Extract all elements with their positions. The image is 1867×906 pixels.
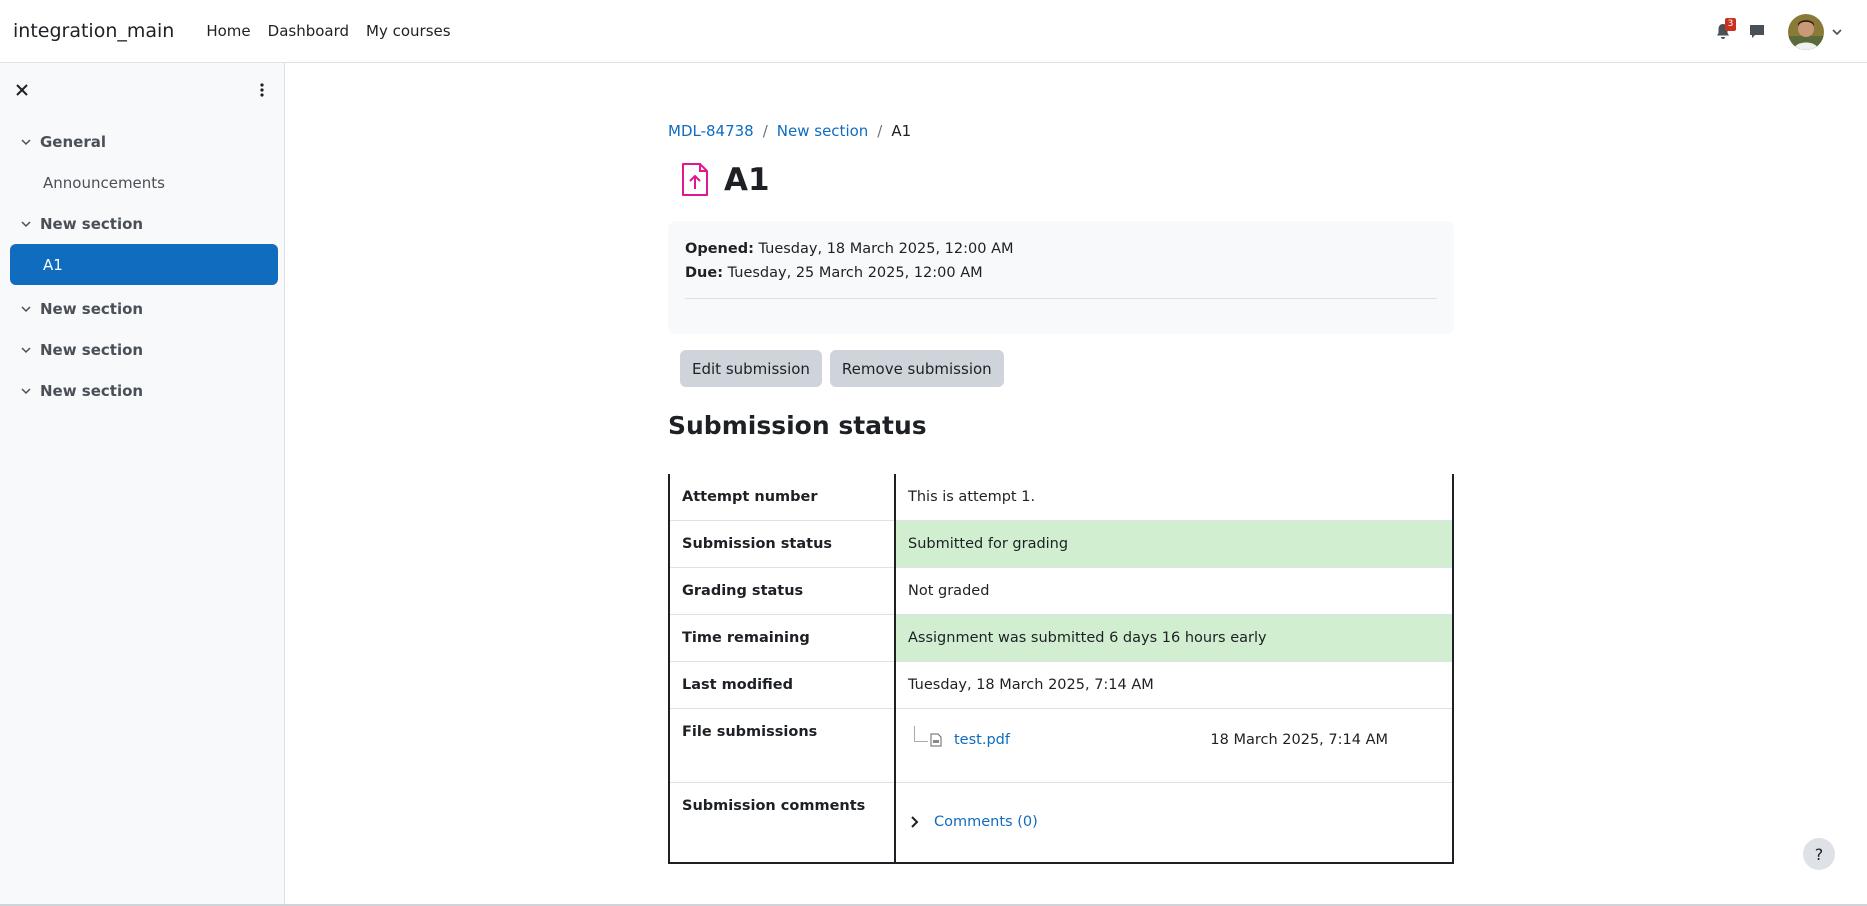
page-title: A1: [724, 162, 770, 198]
close-icon[interactable]: [14, 82, 30, 98]
due-date: Due: Tuesday, 25 March 2025, 12:00 AM: [685, 261, 1437, 285]
drawer-header: [0, 63, 284, 121]
course-index-section-new-section-3[interactable]: New section: [0, 329, 284, 370]
chevron-right-icon[interactable]: [908, 815, 920, 829]
submission-actions: Edit submission Remove submission: [680, 350, 1012, 387]
remove-submission-button[interactable]: Remove submission: [829, 350, 1004, 387]
row-value: Not graded: [895, 567, 1454, 615]
opened-date: Opened: Tuesday, 18 March 2025, 12:00 AM: [685, 237, 1437, 261]
breadcrumb: MDL-84738 / New section / A1: [668, 122, 911, 140]
table-row: Last modified Tuesday, 18 March 2025, 7:…: [668, 661, 1454, 709]
chat-bubble-icon: [1750, 24, 1764, 38]
course-index-section-new-section-1[interactable]: New section: [0, 203, 284, 244]
assignment-upload-icon: [682, 163, 708, 196]
course-index-section-general[interactable]: General: [0, 121, 284, 162]
table-row: Attempt number This is attempt 1.: [668, 474, 1454, 521]
table-row: Grading status Not graded: [668, 567, 1454, 615]
course-index-section-new-section-2[interactable]: New section: [0, 288, 284, 329]
messages-button[interactable]: [1740, 15, 1774, 49]
nav-home[interactable]: Home: [206, 22, 250, 40]
course-index-drawer: General Announcements New section A1 New…: [0, 63, 285, 906]
row-label: File submissions: [668, 708, 896, 783]
submission-comments-cell: Comments (0): [895, 782, 1454, 864]
section-title: New section: [40, 381, 144, 400]
comments-link[interactable]: Comments (0): [934, 814, 1038, 830]
section-title: New section: [40, 214, 144, 233]
page-header: A1: [680, 162, 770, 198]
row-label: Submission comments: [668, 782, 896, 864]
section-title: New section: [40, 299, 144, 318]
breadcrumb-current: A1: [891, 122, 912, 140]
row-label: Attempt number: [668, 474, 896, 521]
chevron-down-icon[interactable]: [20, 136, 32, 148]
submission-status-table: Attempt number This is attempt 1. Submis…: [668, 474, 1454, 864]
nav-dashboard[interactable]: Dashboard: [268, 22, 349, 40]
due-label: Due:: [685, 265, 723, 281]
primary-navigation: Home Dashboard My courses: [206, 22, 467, 40]
breadcrumb-separator: /: [877, 122, 883, 140]
site-brand[interactable]: integration_main: [13, 20, 174, 42]
edit-submission-button[interactable]: Edit submission: [680, 350, 822, 387]
divider: [685, 298, 1437, 299]
course-index-item-a1[interactable]: A1: [10, 244, 278, 285]
breadcrumb-section[interactable]: New section: [777, 122, 869, 140]
comments-toggle[interactable]: Comments (0): [908, 814, 1440, 847]
notification-count-badge: 3: [1725, 17, 1736, 31]
submission-status-heading: Submission status: [668, 411, 927, 440]
navbar-user-area: 3: [1706, 0, 1867, 63]
due-value: Tuesday, 25 March 2025, 12:00 AM: [727, 265, 983, 281]
top-navbar: integration_main Home Dashboard My cours…: [0, 0, 1867, 63]
pdf-file-icon: [930, 733, 942, 747]
course-index-item-announcements[interactable]: Announcements: [0, 162, 284, 203]
table-row: File submissions test.pdf 18 March 2025,…: [668, 708, 1454, 783]
file-entry: test.pdf 18 March 2025, 7:14 AM: [908, 726, 1440, 767]
tree-connector: [914, 726, 928, 742]
row-value: Assignment was submitted 6 days 16 hours…: [895, 614, 1454, 662]
notifications-button[interactable]: 3: [1706, 15, 1740, 49]
row-label: Grading status: [668, 567, 896, 615]
row-label: Last modified: [668, 661, 896, 709]
file-link[interactable]: test.pdf: [954, 732, 1010, 748]
row-value: Tuesday, 18 March 2025, 7:14 AM: [895, 661, 1454, 709]
file-date: 18 March 2025, 7:14 AM: [1210, 732, 1388, 748]
table-row: Submission status Submitted for grading: [668, 520, 1454, 568]
nav-my-courses[interactable]: My courses: [366, 22, 451, 40]
section-title: New section: [40, 340, 144, 359]
chevron-down-icon[interactable]: [20, 303, 32, 315]
row-value: This is attempt 1.: [895, 474, 1454, 521]
user-menu-toggle[interactable]: [1788, 13, 1844, 50]
avatar: [1788, 13, 1824, 50]
activity-dates: Opened: Tuesday, 18 March 2025, 12:00 AM…: [668, 221, 1454, 334]
opened-value: Tuesday, 18 March 2025, 12:00 AM: [758, 241, 1014, 257]
row-label: Time remaining: [668, 614, 896, 662]
row-value: Submitted for grading: [895, 520, 1454, 568]
table-row: Submission comments Comments (0): [668, 782, 1454, 864]
kebab-menu-icon[interactable]: [256, 82, 268, 98]
section-title: General: [40, 132, 106, 151]
breadcrumb-separator: /: [762, 122, 768, 140]
row-label: Submission status: [668, 520, 896, 568]
breadcrumb-course[interactable]: MDL-84738: [668, 122, 754, 140]
course-index-section-new-section-4[interactable]: New section: [0, 370, 284, 411]
chevron-down-icon[interactable]: [20, 218, 32, 230]
file-submissions-cell: test.pdf 18 March 2025, 7:14 AM: [895, 708, 1454, 783]
chevron-down-icon[interactable]: [20, 344, 32, 356]
opened-label: Opened:: [685, 241, 754, 257]
table-row: Time remaining Assignment was submitted …: [668, 614, 1454, 662]
chevron-down-icon[interactable]: [20, 385, 32, 397]
chevron-down-icon: [1832, 28, 1842, 35]
help-button[interactable]: ?: [1803, 838, 1835, 870]
